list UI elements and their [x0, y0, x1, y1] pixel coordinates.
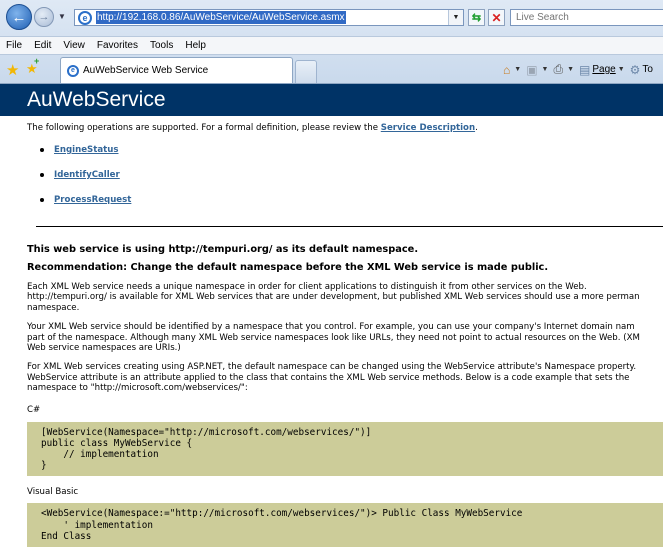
home-icon: ⌂: [503, 62, 511, 77]
back-button[interactable]: ←: [6, 4, 32, 30]
web-page: AuWebService The following operations ar…: [0, 84, 663, 550]
home-button[interactable]: ⌂ ▼: [503, 63, 521, 77]
stop-button[interactable]: ✕: [488, 9, 505, 26]
address-bar[interactable]: e http://192.168.0.86/AuWebService/AuWeb…: [74, 9, 464, 26]
vb-label: Visual Basic: [27, 487, 79, 498]
list-item: EngineStatus: [40, 145, 663, 170]
ie-page-icon: e: [78, 10, 92, 25]
address-url[interactable]: http://192.168.0.86/AuWebService/AuWebSe…: [96, 11, 346, 24]
horizontal-rule: [36, 226, 663, 227]
intro-end: .: [475, 123, 478, 133]
paragraph-line: part of the namespace. Although many XML…: [27, 332, 640, 343]
gear-icon: ⚙: [629, 62, 641, 77]
list-item: ProcessRequest: [40, 195, 663, 220]
paragraph-line: namespace to "http://microsoft.com/webse…: [27, 383, 248, 394]
new-tab-button[interactable]: [295, 60, 317, 83]
operations-list: EngineStatus IdentifyCaller ProcessReque…: [27, 145, 663, 220]
tab-title: AuWebService Web Service: [83, 65, 209, 76]
add-favorite-icon[interactable]: ★: [26, 56, 39, 77]
menu-favorites[interactable]: Favorites: [97, 40, 138, 51]
command-bar: ⌂ ▼ ▣ ▼ ⎙ ▼ ▤ Page ▼ ⚙ To: [503, 62, 658, 77]
intro-paragraph: The following operations are supported. …: [27, 123, 663, 133]
tools-menu-label: To: [642, 64, 653, 75]
paragraph-line: namespace.: [27, 302, 80, 313]
page-menu-label: Page: [592, 64, 616, 75]
tools-menu-button[interactable]: ⚙ To: [630, 63, 653, 77]
operation-link-identifycaller[interactable]: IdentifyCaller: [54, 170, 120, 180]
paragraph-aspnet-namespace: For XML Web services creating using ASP.…: [27, 362, 663, 393]
page-content: The following operations are supported. …: [0, 123, 663, 548]
menu-bar: File Edit View Favorites Tools Help: [0, 36, 663, 55]
live-search-input[interactable]: [510, 9, 663, 26]
menu-tools[interactable]: Tools: [150, 40, 173, 51]
page-header: AuWebService: [0, 84, 663, 116]
vb-code-block: <WebService(Namespace:="http://microsoft…: [27, 503, 663, 548]
forward-arrow-icon: →: [38, 11, 50, 23]
paragraph-unique-namespace: Each XML Web service needs a unique name…: [27, 282, 663, 313]
menu-edit[interactable]: Edit: [34, 40, 51, 51]
feeds-button[interactable]: ▣ ▼: [526, 63, 548, 77]
page-title: AuWebService: [27, 88, 166, 111]
stop-icon: ✕: [491, 10, 502, 25]
paragraph-line: WebService attribute is an attribute app…: [27, 372, 630, 383]
bullet-icon: [40, 198, 44, 202]
refresh-button[interactable]: ⇆: [468, 9, 485, 26]
paragraph-line: For XML Web services creating using ASP.…: [27, 362, 637, 373]
ie-page-icon: e: [67, 64, 79, 77]
menu-file[interactable]: File: [6, 40, 22, 51]
bullet-icon: [40, 148, 44, 152]
operation-link-processrequest[interactable]: ProcessRequest: [54, 195, 131, 205]
operation-link-enginestatus[interactable]: EngineStatus: [54, 145, 118, 155]
tab-bar: ★ ★ e AuWebService Web Service ⌂▼ ▣▼ ⎙▼ …: [0, 54, 663, 83]
back-arrow-icon: ←: [11, 8, 27, 26]
menu-view[interactable]: View: [63, 40, 85, 51]
bullet-icon: [40, 173, 44, 177]
address-dropdown-icon[interactable]: ▼: [448, 10, 463, 25]
browser-chrome: ← → ▼ e http://192.168.0.86/AuWebService…: [0, 0, 663, 84]
printer-icon: ⎙: [553, 62, 564, 76]
print-button[interactable]: ⎙ ▼: [553, 62, 574, 77]
list-item: IdentifyCaller: [40, 170, 663, 195]
page-icon: ▤: [579, 62, 591, 77]
csharp-label: C#: [27, 404, 41, 415]
paragraph-line: Each XML Web service needs a unique name…: [27, 282, 587, 292]
recent-pages-dropdown[interactable]: ▼: [57, 9, 67, 23]
navigation-bar: ← → ▼ e http://192.168.0.86/AuWebService…: [0, 0, 663, 36]
paragraph-line: http://tempuri.org/ is available for XML…: [27, 292, 640, 303]
paragraph-identify-namespace: Your XML Web service should be identifie…: [27, 322, 663, 353]
paragraph-line: Web service namespaces are URIs.): [27, 343, 181, 354]
intro-text: The following operations are supported. …: [27, 123, 381, 133]
feeds-icon: ▣: [526, 62, 538, 77]
menu-help[interactable]: Help: [185, 40, 206, 51]
recommendation-heading: Recommendation: Change the default names…: [27, 262, 549, 273]
service-description-link[interactable]: Service Description: [381, 123, 475, 133]
paragraph-line: Your XML Web service should be identifie…: [27, 322, 635, 333]
refresh-icon: ⇆: [471, 12, 482, 24]
tab-auwebservice[interactable]: e AuWebService Web Service: [60, 57, 293, 83]
namespace-heading: This web service is using http://tempuri…: [27, 244, 419, 255]
page-menu-button[interactable]: ▤ Page ▼: [579, 63, 625, 77]
csharp-code-block: [WebService(Namespace="http://microsoft.…: [27, 421, 663, 477]
forward-button[interactable]: →: [34, 7, 54, 27]
favorites-star-icon[interactable]: ★: [6, 61, 19, 79]
